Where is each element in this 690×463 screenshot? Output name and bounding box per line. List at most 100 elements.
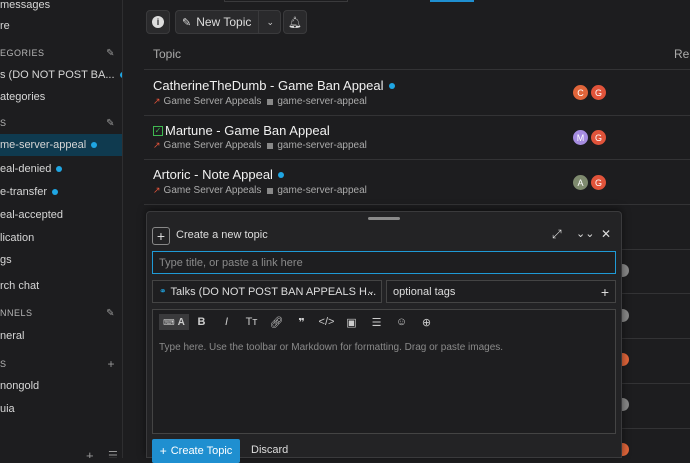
info-button[interactable]: i	[146, 10, 170, 34]
sidebar-item-label: ategories	[0, 91, 46, 103]
sidebar-item-game-server-appeal[interactable]: me-server-appeal	[0, 134, 122, 156]
avatar[interactable]: G	[591, 175, 606, 190]
toggle-rich-editor-icon[interactable]: ⌨ A	[159, 314, 189, 330]
divider	[622, 338, 690, 339]
sidebar-section-categories[interactable]: EGORIES ✎	[0, 42, 122, 64]
topic-title[interactable]: Martune - Game Ban Appeal	[165, 123, 330, 138]
sidebar-item-dm[interactable]: uia	[0, 398, 15, 420]
sidebar-item-appeal-accepted[interactable]: eal-accepted	[0, 204, 63, 226]
topic-meta: ↗ Game Server Appeals game-server-appeal	[153, 185, 367, 196]
divider	[622, 293, 690, 294]
hamburger-icon[interactable]: ☰	[108, 444, 118, 459]
title-input[interactable]	[152, 251, 616, 274]
italic-icon[interactable]: I	[214, 316, 239, 328]
notifications-button[interactable]: 🔔︎	[283, 10, 307, 34]
resize-grip[interactable]	[368, 217, 400, 220]
editor[interactable]: ⌨ A B I Tт 🔗︎ ❞ </> ▣ ☰ ☺ ⊕ Type here. Us…	[152, 309, 616, 434]
unread-dot	[388, 82, 395, 89]
category-select[interactable]: ⚭ Talks (DO NOT POST BAN APPEALS H... ⌄	[152, 280, 382, 303]
chevron-down-icon[interactable]: ⌄	[258, 11, 274, 33]
column-header-replies[interactable]: Rep	[674, 47, 690, 61]
category-icon: ↗	[153, 140, 161, 150]
code-icon[interactable]: </>	[314, 316, 339, 328]
section-heading: s	[0, 118, 7, 128]
sidebar-item-search-chat[interactable]: rch chat	[0, 275, 39, 297]
avatar[interactable]: G	[591, 85, 606, 100]
pencil-icon[interactable]: ✎	[106, 118, 115, 129]
pencil-square-icon: ✎	[182, 16, 192, 29]
heading-icon[interactable]: Tт	[239, 316, 264, 328]
solved-check-icon: ✓	[153, 125, 163, 136]
sidebar-item-application[interactable]: lication	[0, 227, 34, 249]
chevron-down-icon: ⌄	[366, 286, 375, 297]
sidebar-item-channel-general[interactable]: neral	[0, 325, 24, 347]
new-topic-label: New Topic	[196, 15, 252, 29]
filter-dropdown-partial[interactable]	[224, 0, 348, 2]
sidebar-item-label: messages	[0, 0, 51, 11]
sidebar-item-all-categories[interactable]: ategories	[0, 86, 45, 108]
category-badge[interactable]: Game Server Appeals	[164, 140, 262, 151]
unread-dot	[119, 72, 122, 78]
unread-dot	[56, 166, 63, 172]
category-badge[interactable]: Game Server Appeals	[164, 185, 262, 196]
column-header-topic[interactable]: Topic	[153, 47, 181, 61]
topic-title[interactable]: Artoric - Note Appeal	[153, 167, 273, 182]
add-options-icon[interactable]: ⊕	[414, 316, 439, 329]
sidebar-item-label: eal-denied	[0, 163, 52, 175]
divider	[622, 428, 690, 429]
create-topic-label: Create Topic	[170, 445, 233, 457]
close-icon[interactable]: ✕	[601, 227, 611, 241]
tag-select[interactable]: optional tags +	[386, 280, 616, 303]
sidebar-item-messages[interactable]: messages	[0, 0, 50, 16]
sidebar-item-all-tags[interactable]: gs	[0, 249, 12, 271]
quote-icon[interactable]: ❞	[289, 316, 314, 329]
new-topic-button[interactable]: ✎ New Topic ⌄	[175, 10, 281, 34]
section-heading: NNELS	[0, 308, 33, 318]
sidebar-item-more[interactable]: re	[0, 15, 10, 37]
topic-title-link[interactable]: ✓ Martune - Game Ban Appeal	[153, 123, 330, 138]
pencil-icon[interactable]: ✎	[106, 48, 115, 59]
avatar[interactable]: M	[573, 130, 588, 145]
bold-icon[interactable]: B	[189, 316, 214, 328]
sidebar-section-tags[interactable]: s ✎	[0, 112, 122, 134]
composer-heading: Create a new topic	[176, 229, 268, 241]
sidebar-item-label: gs	[0, 254, 12, 266]
add-icon[interactable]: +	[86, 444, 94, 459]
plus-icon: +	[159, 444, 167, 458]
pencil-icon[interactable]: ✎	[106, 308, 115, 319]
tag-badge[interactable]: game-server-appeal	[277, 96, 367, 107]
list-icon[interactable]: ☰	[364, 316, 389, 329]
sidebar-item-label: nongold	[0, 380, 40, 392]
tag-badge[interactable]: game-server-appeal	[277, 140, 367, 151]
topic-title-link[interactable]: CatherineTheDumb - Game Ban Appeal	[153, 78, 395, 93]
section-heading: s	[0, 359, 7, 369]
sidebar: messages re EGORIES ✎ s (DO NOT POST BA.…	[0, 0, 123, 458]
image-icon[interactable]: ▣	[339, 316, 364, 329]
sidebar-item-appeal-denied[interactable]: eal-denied	[0, 158, 63, 180]
tag-badge[interactable]: game-server-appeal	[277, 185, 367, 196]
topic-meta: ↗ Game Server Appeals game-server-appeal	[153, 96, 367, 107]
category-badge[interactable]: Game Server Appeals	[164, 96, 262, 107]
topic-meta: ↗ Game Server Appeals game-server-appeal	[153, 140, 367, 151]
create-topic-button[interactable]: + Create Topic	[152, 439, 240, 463]
sidebar-section-channels[interactable]: NNELS ✎	[0, 302, 122, 324]
expand-icon[interactable]: ⤢	[552, 227, 562, 242]
sidebar-item-dm[interactable]: nongold	[0, 375, 39, 397]
avatar[interactable]: C	[573, 85, 588, 100]
avatar[interactable]: A	[573, 175, 588, 190]
composer-panel: + Create a new topic ⤢ ⌄⌄ ✕ ⚭ Talks (DO …	[146, 211, 622, 463]
avatar[interactable]: G	[591, 130, 606, 145]
discard-button[interactable]: Discard	[251, 444, 288, 456]
sidebar-item-transfer[interactable]: e-transfer	[0, 181, 59, 203]
topic-title[interactable]: CatherineTheDumb - Game Ban Appeal	[153, 78, 384, 93]
section-heading: EGORIES	[0, 48, 45, 58]
sidebar-item-category[interactable]: s (DO NOT POST BA...	[0, 64, 122, 86]
collapse-icon[interactable]: ⌄⌄	[576, 227, 594, 240]
topic-title-link[interactable]: Artoric - Note Appeal	[153, 167, 284, 182]
emoji-icon[interactable]: ☺	[389, 316, 414, 328]
plus-icon[interactable]: +	[107, 357, 115, 371]
sidebar-section-dms[interactable]: s +	[0, 353, 122, 375]
link-icon[interactable]: 🔗︎	[264, 316, 289, 329]
category-icon: ↗	[153, 185, 161, 195]
unread-dot	[52, 189, 59, 195]
